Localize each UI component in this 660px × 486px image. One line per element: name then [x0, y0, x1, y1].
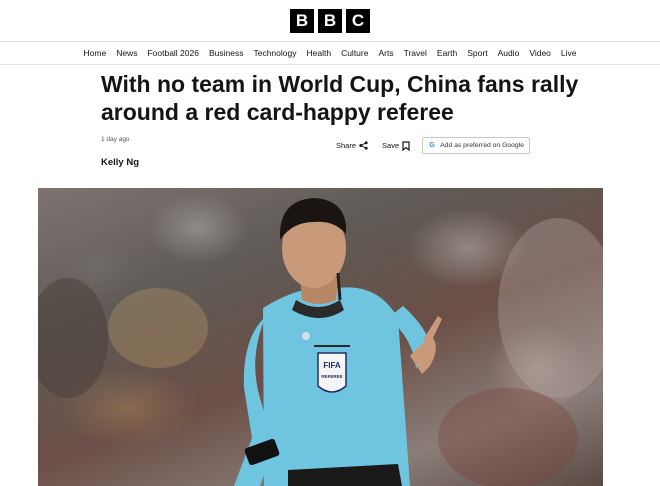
nav-item-arts[interactable]: Arts [378, 48, 393, 58]
nav-item-health[interactable]: Health [306, 48, 331, 58]
main-nav: Home News Football 2026 Business Technol… [0, 41, 660, 65]
nav-item-football[interactable]: Football 2026 [147, 48, 199, 58]
logo-letter: C [346, 8, 370, 33]
referee-illustration: FIFA REFEREE [38, 198, 603, 486]
logo-letter: B [318, 8, 342, 33]
badge-referee: REFEREE [321, 374, 342, 379]
nav-item-earth[interactable]: Earth [437, 48, 457, 58]
add-preferred-google-button[interactable]: G Add as preferred on Google [422, 137, 531, 154]
masthead: B B C [0, 0, 660, 41]
article-headline: With no team in World Cup, China fans ra… [101, 71, 579, 125]
save-label: Save [382, 141, 400, 150]
nav-item-live[interactable]: Live [561, 48, 577, 58]
save-button[interactable]: Save [382, 140, 410, 151]
nav-item-home[interactable]: Home [84, 48, 107, 58]
share-button[interactable]: Share [336, 141, 368, 150]
bookmark-icon [402, 140, 410, 151]
hero-image: FIFA REFEREE [38, 188, 603, 486]
badge-fifa: FIFA [323, 361, 341, 370]
google-icon: G [429, 141, 435, 149]
preferred-label: Add as preferred on Google [440, 142, 525, 149]
nav-item-sport[interactable]: Sport [467, 48, 487, 58]
share-icon [359, 141, 368, 150]
nav-item-technology[interactable]: Technology [253, 48, 296, 58]
nav-item-video[interactable]: Video [529, 48, 551, 58]
article-byline[interactable]: Kelly Ng [101, 157, 139, 168]
share-label: Share [336, 141, 357, 150]
nav-item-culture[interactable]: Culture [341, 48, 368, 58]
logo-letter: B [290, 8, 314, 33]
bbc-logo[interactable]: B B C [290, 8, 370, 33]
nav-item-business[interactable]: Business [209, 48, 244, 58]
nav-item-news[interactable]: News [116, 48, 137, 58]
nav-item-audio[interactable]: Audio [498, 48, 520, 58]
article-actions: Share Save G Add as preferred on Google [336, 136, 531, 155]
nav-item-travel[interactable]: Travel [404, 48, 427, 58]
article-timestamp: 1 day ago [101, 136, 130, 143]
